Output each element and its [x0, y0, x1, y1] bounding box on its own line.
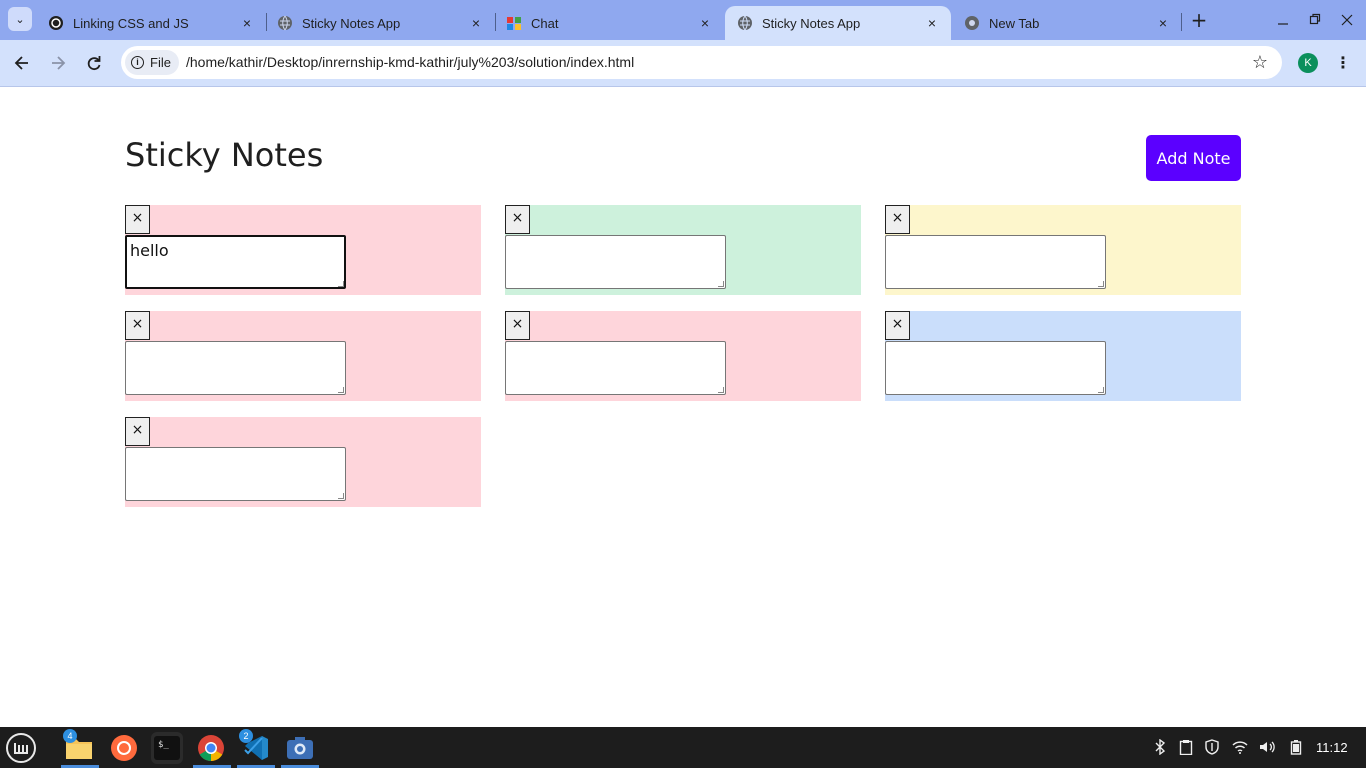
note-textarea[interactable]	[885, 341, 1106, 395]
site-chip-label: File	[150, 55, 171, 70]
address-bar[interactable]: i File /home/kathir/Desktop/inrernship-k…	[121, 46, 1282, 79]
delete-note-button[interactable]: ×	[505, 205, 530, 234]
note-textarea[interactable]	[505, 235, 726, 289]
firefox-icon[interactable]	[108, 732, 140, 764]
files-badge: 4	[63, 729, 77, 743]
note-textarea[interactable]	[125, 341, 346, 395]
tab-title: Linking CSS and JS	[73, 15, 189, 31]
sticky-note: ×	[885, 205, 1241, 295]
tab-title: New Tab	[989, 15, 1040, 31]
system-clock: 11:12	[1316, 740, 1348, 755]
tab-title: Sticky Notes App	[302, 15, 401, 31]
tab-close-icon[interactable]: ×	[1154, 15, 1172, 31]
tab-title: Sticky Notes App	[762, 15, 861, 31]
tab-close-icon[interactable]: ×	[238, 15, 256, 31]
url-text: /home/kathir/Desktop/inrernship-kmd-kath…	[186, 54, 635, 70]
tab-close-icon[interactable]: ×	[923, 15, 941, 31]
bluetooth-icon[interactable]	[1152, 739, 1168, 755]
tab-linking-css-js[interactable]: Linking CSS and JS ×	[36, 6, 266, 40]
resize-grip-icon[interactable]	[718, 281, 724, 287]
chrome-icon[interactable]	[195, 732, 227, 764]
svg-text:$_: $_	[158, 740, 169, 750]
tab-chat[interactable]: Chat ×	[494, 6, 724, 40]
new-tab-button[interactable]: +	[1188, 9, 1210, 31]
resize-grip-icon[interactable]	[1098, 281, 1104, 287]
taskbar: 4 $_ 2 11:12	[0, 727, 1366, 768]
page-content: Sticky Notes Add Note × hello × × × × × ×	[0, 88, 1366, 727]
site-info-chip[interactable]: i File	[125, 50, 179, 75]
wifi-icon[interactable]	[1232, 739, 1248, 755]
sticky-note: ×	[885, 311, 1241, 401]
sticky-note: ×	[505, 205, 861, 295]
resize-grip-icon[interactable]	[1098, 387, 1104, 393]
resize-grip-icon[interactable]	[338, 281, 344, 287]
terminal-icon[interactable]: $_	[151, 732, 183, 764]
tab-new-tab[interactable]: New Tab ×	[952, 6, 1182, 40]
tab-close-icon[interactable]: ×	[467, 15, 485, 31]
screenshot-icon[interactable]	[284, 732, 316, 764]
chat-app-icon	[506, 15, 522, 31]
tab-sticky-notes-active[interactable]: Sticky Notes App ×	[725, 6, 951, 40]
tab-close-icon[interactable]: ×	[696, 15, 714, 31]
tab-title: Chat	[531, 15, 559, 31]
note-textarea[interactable]	[505, 341, 726, 395]
browser-toolbar: i File /home/kathir/Desktop/inrernship-k…	[0, 40, 1366, 87]
close-window-icon[interactable]	[1337, 10, 1357, 30]
note-textarea[interactable]	[885, 235, 1106, 289]
back-button[interactable]	[9, 50, 35, 76]
chatgpt-icon	[48, 15, 64, 31]
delete-note-button[interactable]: ×	[125, 417, 150, 446]
tab-sticky-notes-1[interactable]: Sticky Notes App ×	[265, 6, 495, 40]
browser-tab-strip: ⌄ Linking CSS and JS × Sticky Notes App …	[0, 0, 1366, 40]
sticky-note: ×	[125, 417, 481, 507]
browser-menu-icon[interactable]: ⋮	[1333, 50, 1353, 76]
note-textarea[interactable]: hello	[125, 235, 346, 289]
delete-note-button[interactable]: ×	[125, 311, 150, 340]
forward-button[interactable]	[45, 50, 71, 76]
minimize-icon[interactable]	[1273, 10, 1293, 30]
delete-note-button[interactable]: ×	[885, 311, 910, 340]
page-title: Sticky Notes	[125, 136, 324, 174]
clipboard-icon[interactable]	[1178, 739, 1194, 755]
note-textarea[interactable]	[125, 447, 346, 501]
battery-icon[interactable]	[1288, 739, 1304, 755]
tab-search-button[interactable]: ⌄	[8, 7, 32, 31]
sticky-note: ×	[505, 311, 861, 401]
reload-button[interactable]	[81, 50, 107, 76]
chrome-icon	[964, 15, 980, 31]
mint-menu-icon[interactable]	[5, 732, 37, 764]
sticky-note: × hello	[125, 205, 481, 295]
info-icon: i	[131, 56, 144, 69]
resize-grip-icon[interactable]	[338, 387, 344, 393]
vscode-badge: 2	[239, 729, 253, 743]
sticky-note: ×	[125, 311, 481, 401]
globe-icon	[737, 15, 753, 31]
chevron-down-icon: ⌄	[15, 12, 25, 26]
bookmark-star-icon[interactable]: ☆	[1252, 52, 1268, 73]
tab-separator	[1181, 13, 1182, 31]
restore-icon[interactable]	[1305, 10, 1325, 30]
delete-note-button[interactable]: ×	[885, 205, 910, 234]
shield-icon[interactable]	[1204, 739, 1220, 755]
resize-grip-icon[interactable]	[718, 387, 724, 393]
add-note-button[interactable]: Add Note	[1146, 135, 1241, 181]
profile-avatar[interactable]: K	[1298, 53, 1318, 73]
volume-icon[interactable]	[1259, 739, 1275, 755]
delete-note-button[interactable]: ×	[125, 205, 150, 234]
globe-icon	[277, 15, 293, 31]
delete-note-button[interactable]: ×	[505, 311, 530, 340]
resize-grip-icon[interactable]	[338, 493, 344, 499]
